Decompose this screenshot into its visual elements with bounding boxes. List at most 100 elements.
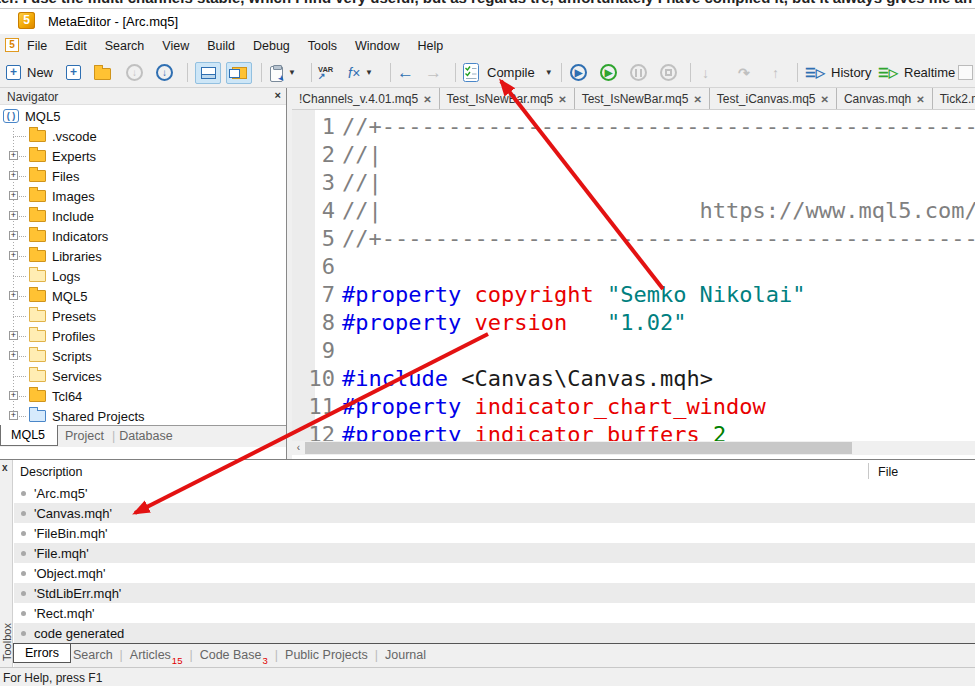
- tab-search[interactable]: Search: [73, 648, 113, 662]
- layout-bottom-button[interactable]: [195, 61, 221, 84]
- error-row-4[interactable]: 'Object.mqh': [14, 563, 975, 583]
- close-tab-icon[interactable]: ✕: [693, 94, 701, 105]
- expand-icon[interactable]: +: [9, 151, 18, 160]
- tree-root-mql5[interactable]: ( )MQL5: [0, 106, 286, 126]
- tab-journal[interactable]: Journal: [385, 648, 426, 662]
- step-into-button[interactable]: ↓: [702, 61, 709, 84]
- expand-icon[interactable]: +: [9, 411, 18, 420]
- nav-tab-project[interactable]: Project: [65, 429, 104, 443]
- editor-tab-1[interactable]: Test_IsNewBar.mq5✕: [440, 88, 575, 110]
- step-out-button[interactable]: ↑: [772, 61, 779, 84]
- expand-icon[interactable]: +: [9, 251, 18, 260]
- editor-tab-2[interactable]: Test_IsNewBar.mq5✕: [575, 88, 710, 110]
- editor-hscrollbar[interactable]: ‹: [292, 441, 975, 455]
- expand-icon[interactable]: +: [9, 171, 18, 180]
- expand-icon[interactable]: +: [9, 191, 18, 200]
- tree-item-presets[interactable]: Presets: [0, 306, 286, 326]
- menu-edit[interactable]: Edit: [65, 39, 87, 53]
- expand-icon[interactable]: +: [9, 231, 18, 240]
- tab-errors[interactable]: Errors: [13, 643, 71, 663]
- error-row-2[interactable]: 'FileBin.mqh': [14, 523, 975, 543]
- tree-item-include[interactable]: +Include: [0, 206, 286, 226]
- tree-item-scripts[interactable]: +Scripts: [0, 346, 286, 366]
- scrollbar-thumb[interactable]: [305, 442, 852, 454]
- menu-search[interactable]: Search: [105, 39, 145, 53]
- editor-tab-5[interactable]: Tick2.m: [933, 88, 975, 110]
- folder-icon: [29, 270, 46, 282]
- nav-tab-mql5[interactable]: MQL5: [0, 425, 58, 446]
- back-button[interactable]: ←: [397, 61, 414, 84]
- open-button[interactable]: [94, 61, 111, 84]
- error-row-1[interactable]: 'Canvas.mqh': [14, 503, 975, 523]
- editor-tab-4[interactable]: Canvas.mqh✕: [837, 88, 933, 110]
- tab-code-base[interactable]: Code Base3: [200, 648, 268, 662]
- toolbox-close-icon[interactable]: x: [2, 462, 8, 473]
- expand-icon[interactable]: +: [9, 351, 18, 360]
- realtime-button[interactable]: ☰▷Realtime: [878, 61, 955, 84]
- close-tab-icon[interactable]: ✕: [821, 94, 829, 105]
- bullet-icon: [21, 511, 26, 516]
- debug-realtime-button[interactable]: ▶: [570, 61, 587, 84]
- new-button[interactable]: +New: [6, 61, 53, 84]
- expand-icon[interactable]: +: [9, 331, 18, 340]
- history-button[interactable]: ☰▷History: [805, 61, 871, 84]
- tree-item-services[interactable]: Services: [0, 366, 286, 386]
- column-description[interactable]: Description: [20, 465, 83, 479]
- step-over-button[interactable]: ↷: [738, 61, 750, 84]
- document-icon[interactable]: 5: [5, 38, 19, 52]
- tree-item--vscode[interactable]: .vscode: [0, 126, 286, 146]
- menu-file[interactable]: File: [27, 39, 47, 53]
- editor-tab-0[interactable]: !Channels_v.4.01.mq5✕: [292, 88, 440, 110]
- expand-icon[interactable]: +: [9, 291, 18, 300]
- menu-debug[interactable]: Debug: [253, 39, 290, 53]
- stop-button[interactable]: [660, 61, 677, 84]
- variables-button[interactable]: VAR↗: [318, 61, 333, 84]
- tree-item-images[interactable]: +Images: [0, 186, 286, 206]
- nav-tab-database[interactable]: Database: [119, 429, 173, 443]
- functions-button[interactable]: f×▼: [348, 61, 373, 84]
- close-tab-icon[interactable]: ✕: [423, 94, 431, 105]
- tab-articles[interactable]: Articles15: [130, 648, 183, 662]
- tree-item-profiles[interactable]: +Profiles: [0, 326, 286, 346]
- error-row-0[interactable]: 'Arc.mq5': [14, 483, 975, 503]
- menu-view[interactable]: View: [162, 39, 189, 53]
- tree-item-indicators[interactable]: +Indicators: [0, 226, 286, 246]
- debug-history-button[interactable]: ▶: [600, 61, 617, 84]
- menu-help[interactable]: Help: [417, 39, 443, 53]
- save-all-button[interactable]: ↓: [156, 61, 173, 84]
- partial-button[interactable]: [958, 61, 973, 84]
- tree-item-shared-projects[interactable]: +Shared Projects: [0, 406, 286, 426]
- error-row-6[interactable]: 'Rect.mqh': [14, 603, 975, 623]
- forward-button[interactable]: →: [425, 61, 442, 84]
- menu-tools[interactable]: Tools: [308, 39, 337, 53]
- menu-build[interactable]: Build: [207, 39, 235, 53]
- error-row-5[interactable]: 'StdLibErr.mqh': [14, 583, 975, 603]
- snippets-button[interactable]: ▼: [270, 61, 296, 84]
- close-tab-icon[interactable]: ✕: [558, 94, 566, 105]
- scroll-left-icon[interactable]: ‹: [292, 441, 305, 455]
- navigator-close-icon[interactable]: ×: [275, 89, 281, 101]
- new-window-button[interactable]: +: [66, 61, 81, 84]
- menu-window[interactable]: Window: [355, 39, 399, 53]
- error-row-7[interactable]: code generated: [14, 623, 975, 643]
- tree-item-tcl64[interactable]: +Tcl64: [0, 386, 286, 406]
- close-tab-icon[interactable]: ✕: [916, 94, 924, 105]
- folder-window-icon: [232, 67, 247, 79]
- tab-public-projects[interactable]: Public Projects: [285, 648, 368, 662]
- tree-item-logs[interactable]: Logs: [0, 266, 286, 286]
- tree-item-experts[interactable]: +Experts: [0, 146, 286, 166]
- save-button-disabled[interactable]: ↓: [126, 61, 143, 84]
- editor-tab-3[interactable]: Test_iCanvas.mq5✕: [710, 88, 837, 110]
- compile-button[interactable]: Compile▼: [463, 61, 553, 84]
- expand-icon[interactable]: +: [9, 391, 18, 400]
- expand-icon[interactable]: +: [9, 211, 18, 220]
- tree-item-libraries[interactable]: +Libraries: [0, 246, 286, 266]
- bullet-icon: [21, 631, 26, 636]
- code-editor[interactable]: 1//+------------------------------------…: [292, 110, 975, 441]
- error-row-3[interactable]: 'File.mqh': [14, 543, 975, 563]
- tree-item-mql5[interactable]: +MQL5: [0, 286, 286, 306]
- tree-item-files[interactable]: +Files: [0, 166, 286, 186]
- column-file[interactable]: File: [878, 465, 898, 479]
- pause-button[interactable]: [630, 61, 647, 84]
- layout-navigator-button[interactable]: [226, 61, 252, 84]
